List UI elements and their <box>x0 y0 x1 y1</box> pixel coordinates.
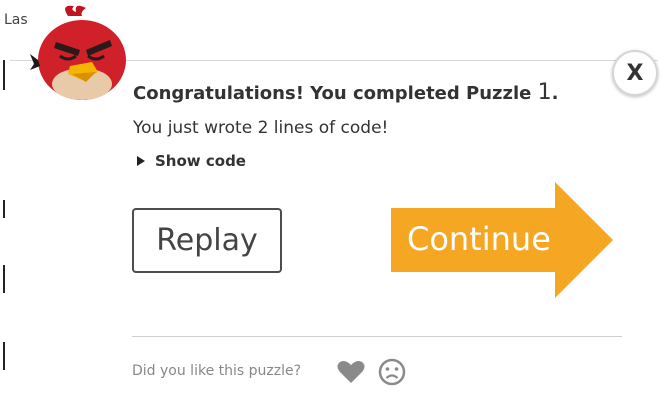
feedback-question: Did you like this puzzle? <box>132 363 302 379</box>
close-button[interactable]: X <box>612 50 658 96</box>
close-icon: X <box>626 60 644 86</box>
show-code-toggle[interactable]: Show code <box>137 152 246 170</box>
continue-label: Continue <box>407 220 551 258</box>
background-left-edge <box>0 60 10 403</box>
background-text: Las <box>4 12 28 28</box>
lines-of-code-message: You just wrote 2 lines of code! <box>133 118 389 138</box>
title-suffix: . <box>551 83 559 104</box>
replay-label: Replay <box>156 223 258 258</box>
puzzle-number: 1 <box>537 80 552 105</box>
sad-face-icon[interactable] <box>378 358 406 386</box>
red-angry-bird-icon <box>30 2 126 102</box>
continue-button[interactable]: Continue <box>391 182 613 298</box>
replay-button[interactable]: Replay <box>132 208 282 273</box>
triangle-right-icon <box>137 156 145 166</box>
divider <box>132 336 622 337</box>
show-code-label: Show code <box>155 152 246 170</box>
title-prefix: Congratulations! You completed Puzzle <box>133 83 538 104</box>
dialog-title: Congratulations! You completed Puzzle 1. <box>133 80 558 105</box>
heart-icon[interactable] <box>337 360 365 384</box>
